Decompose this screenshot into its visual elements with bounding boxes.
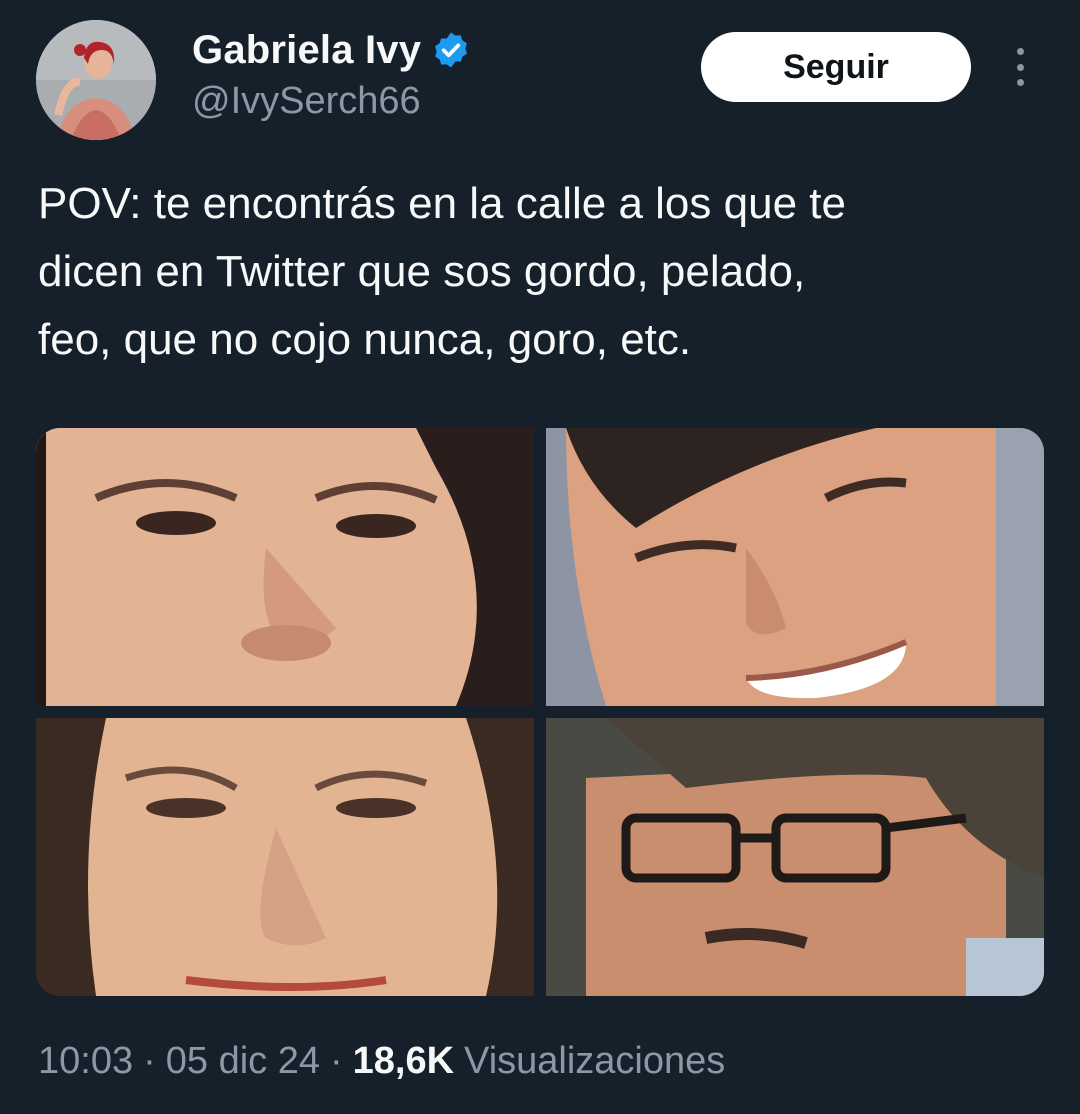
tweet-text: POV: te encontrás en la calle a los que … [38, 179, 846, 364]
avatar[interactable] [36, 20, 156, 140]
author-handle[interactable]: @IvySerch66 [192, 80, 421, 123]
tweet-time[interactable]: 10:03 [38, 1040, 133, 1083]
views-count: 18,6K [352, 1040, 455, 1082]
more-vertical-icon[interactable] [1002, 44, 1038, 90]
media-photo-3[interactable] [36, 718, 534, 996]
follow-button[interactable]: Seguir [701, 32, 971, 102]
media-photo-2[interactable] [546, 428, 1044, 706]
display-name[interactable]: Gabriela Ivy [192, 28, 421, 73]
tweet-card: Gabriela Ivy @IvySerch66 Seguir POV: te … [0, 0, 1080, 1114]
media-photo-1[interactable] [36, 428, 534, 706]
media-grid[interactable] [36, 428, 1044, 996]
author-name-row[interactable]: Gabriela Ivy [192, 26, 471, 74]
media-photo-4[interactable] [546, 718, 1044, 996]
meta-separator: · [143, 1040, 156, 1082]
tweet-meta: 10:03 · 05 dic 24 · 18,6K Visualizacione… [38, 1040, 725, 1083]
avatar-photo [36, 20, 156, 140]
views-label: Visualizaciones [464, 1040, 726, 1082]
meta-separator: · [329, 1040, 343, 1082]
tweet-date[interactable]: 05 dic 24 [166, 1040, 320, 1083]
verified-badge-icon [431, 30, 471, 70]
